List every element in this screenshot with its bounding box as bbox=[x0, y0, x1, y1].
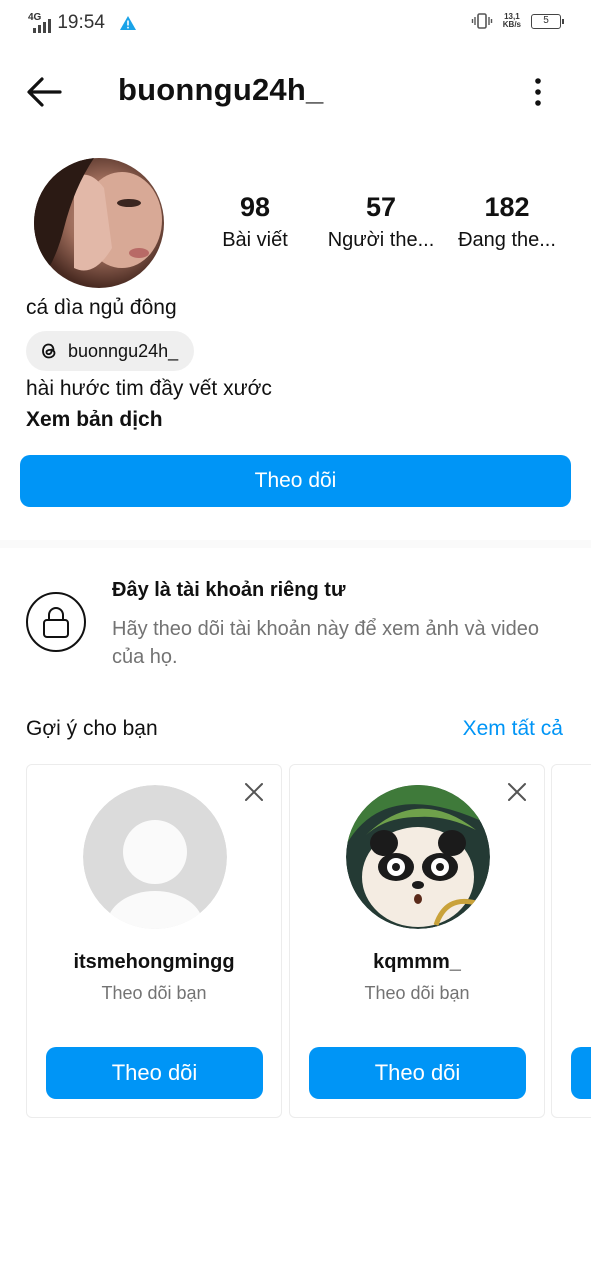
stat-following[interactable]: 182 Đang the... bbox=[442, 192, 572, 252]
suggestion-subtitle: Theo dõi bạn bbox=[364, 983, 470, 1003]
suggestion-username[interactable]: itsmehongmingg bbox=[27, 951, 281, 974]
section-divider bbox=[0, 540, 591, 548]
battery-icon: 5 bbox=[531, 13, 564, 29]
private-account-description: Hãy theo dõi tài khoản này để xem ảnh và… bbox=[112, 618, 539, 668]
warning-icon bbox=[119, 16, 136, 30]
display-name: cá dìa ngủ đông bbox=[26, 296, 177, 319]
stat-followers[interactable]: 57 Người the... bbox=[316, 192, 446, 252]
see-translation-link[interactable]: Xem bản dịch bbox=[26, 408, 163, 432]
posts-label: Bài viết bbox=[222, 229, 288, 251]
following-label: Đang the... bbox=[458, 229, 556, 251]
battery-level: 5 bbox=[543, 14, 549, 26]
close-icon bbox=[245, 783, 263, 801]
dismiss-suggestion-button[interactable] bbox=[506, 781, 528, 803]
stat-posts[interactable]: 98 Bài viết bbox=[190, 192, 320, 252]
follow-button[interactable]: Theo dõi bbox=[20, 455, 571, 507]
suggestion-card[interactable]: kqmmm_ Theo dõi bạn Theo dõi bbox=[289, 764, 545, 1118]
suggestion-avatar[interactable] bbox=[83, 785, 227, 929]
close-icon bbox=[508, 783, 526, 801]
status-right: 13,1 KB/s 5 bbox=[471, 12, 564, 30]
status-time: 19:54 bbox=[57, 12, 105, 33]
arrow-left-icon bbox=[27, 77, 62, 107]
top-bar: buonngu24h_ bbox=[0, 60, 591, 124]
suggestion-follow-button[interactable]: Theo dõi bbox=[309, 1047, 526, 1099]
following-count: 182 bbox=[484, 192, 530, 222]
lock-icon bbox=[26, 592, 86, 652]
suggestion-card-partial[interactable] bbox=[551, 764, 591, 1118]
suggestion-username[interactable]: kqmmm_ bbox=[290, 951, 544, 974]
vibrate-icon bbox=[471, 13, 492, 29]
status-left: 4G 19:54 bbox=[28, 12, 137, 34]
back-button[interactable] bbox=[24, 74, 68, 110]
more-vertical-icon bbox=[535, 78, 541, 106]
network-type: 4G bbox=[28, 11, 42, 23]
suggestion-card[interactable]: itsmehongmingg Theo dõi bạn Theo dõi bbox=[26, 764, 282, 1118]
status-bar: 4G 19:54 13,1 KB/s 5 bbox=[0, 0, 591, 46]
avatar-image bbox=[34, 158, 162, 288]
private-account-title: Đây là tài khoản riêng tư bbox=[112, 579, 346, 601]
page-title: buonngu24h_ bbox=[118, 72, 324, 107]
dismiss-suggestion-button[interactable] bbox=[243, 781, 265, 803]
profile-stats: 98 Bài viết 57 Người the... 182 Đang the… bbox=[210, 192, 580, 262]
default-avatar-icon bbox=[83, 785, 227, 929]
suggestion-avatar[interactable] bbox=[346, 785, 490, 929]
followers-count: 57 bbox=[365, 192, 397, 222]
suggestion-follow-button[interactable]: Theo dõi bbox=[46, 1047, 263, 1099]
more-options-button[interactable] bbox=[524, 74, 552, 110]
network-speed: 13,1 KB/s bbox=[503, 13, 521, 29]
see-all-link[interactable]: Xem tất cả bbox=[463, 717, 563, 741]
followers-label: Người the... bbox=[327, 229, 435, 251]
threads-link[interactable]: buonngu24h_ bbox=[26, 331, 195, 371]
suggestion-follow-button-partial[interactable] bbox=[571, 1047, 591, 1099]
posts-count: 98 bbox=[239, 192, 271, 222]
suggestion-subtitle: Theo dõi bạn bbox=[101, 983, 207, 1003]
profile-avatar[interactable] bbox=[34, 158, 164, 288]
threads-icon bbox=[42, 343, 56, 359]
panda-avatar-image bbox=[346, 785, 490, 929]
threads-handle: buonngu24h_ bbox=[68, 340, 179, 361]
bio-text: hài hước tim đầy vết xước bbox=[26, 377, 272, 400]
speed-unit: KB/s bbox=[502, 20, 521, 29]
suggestions-title: Gợi ý cho bạn bbox=[26, 717, 158, 740]
